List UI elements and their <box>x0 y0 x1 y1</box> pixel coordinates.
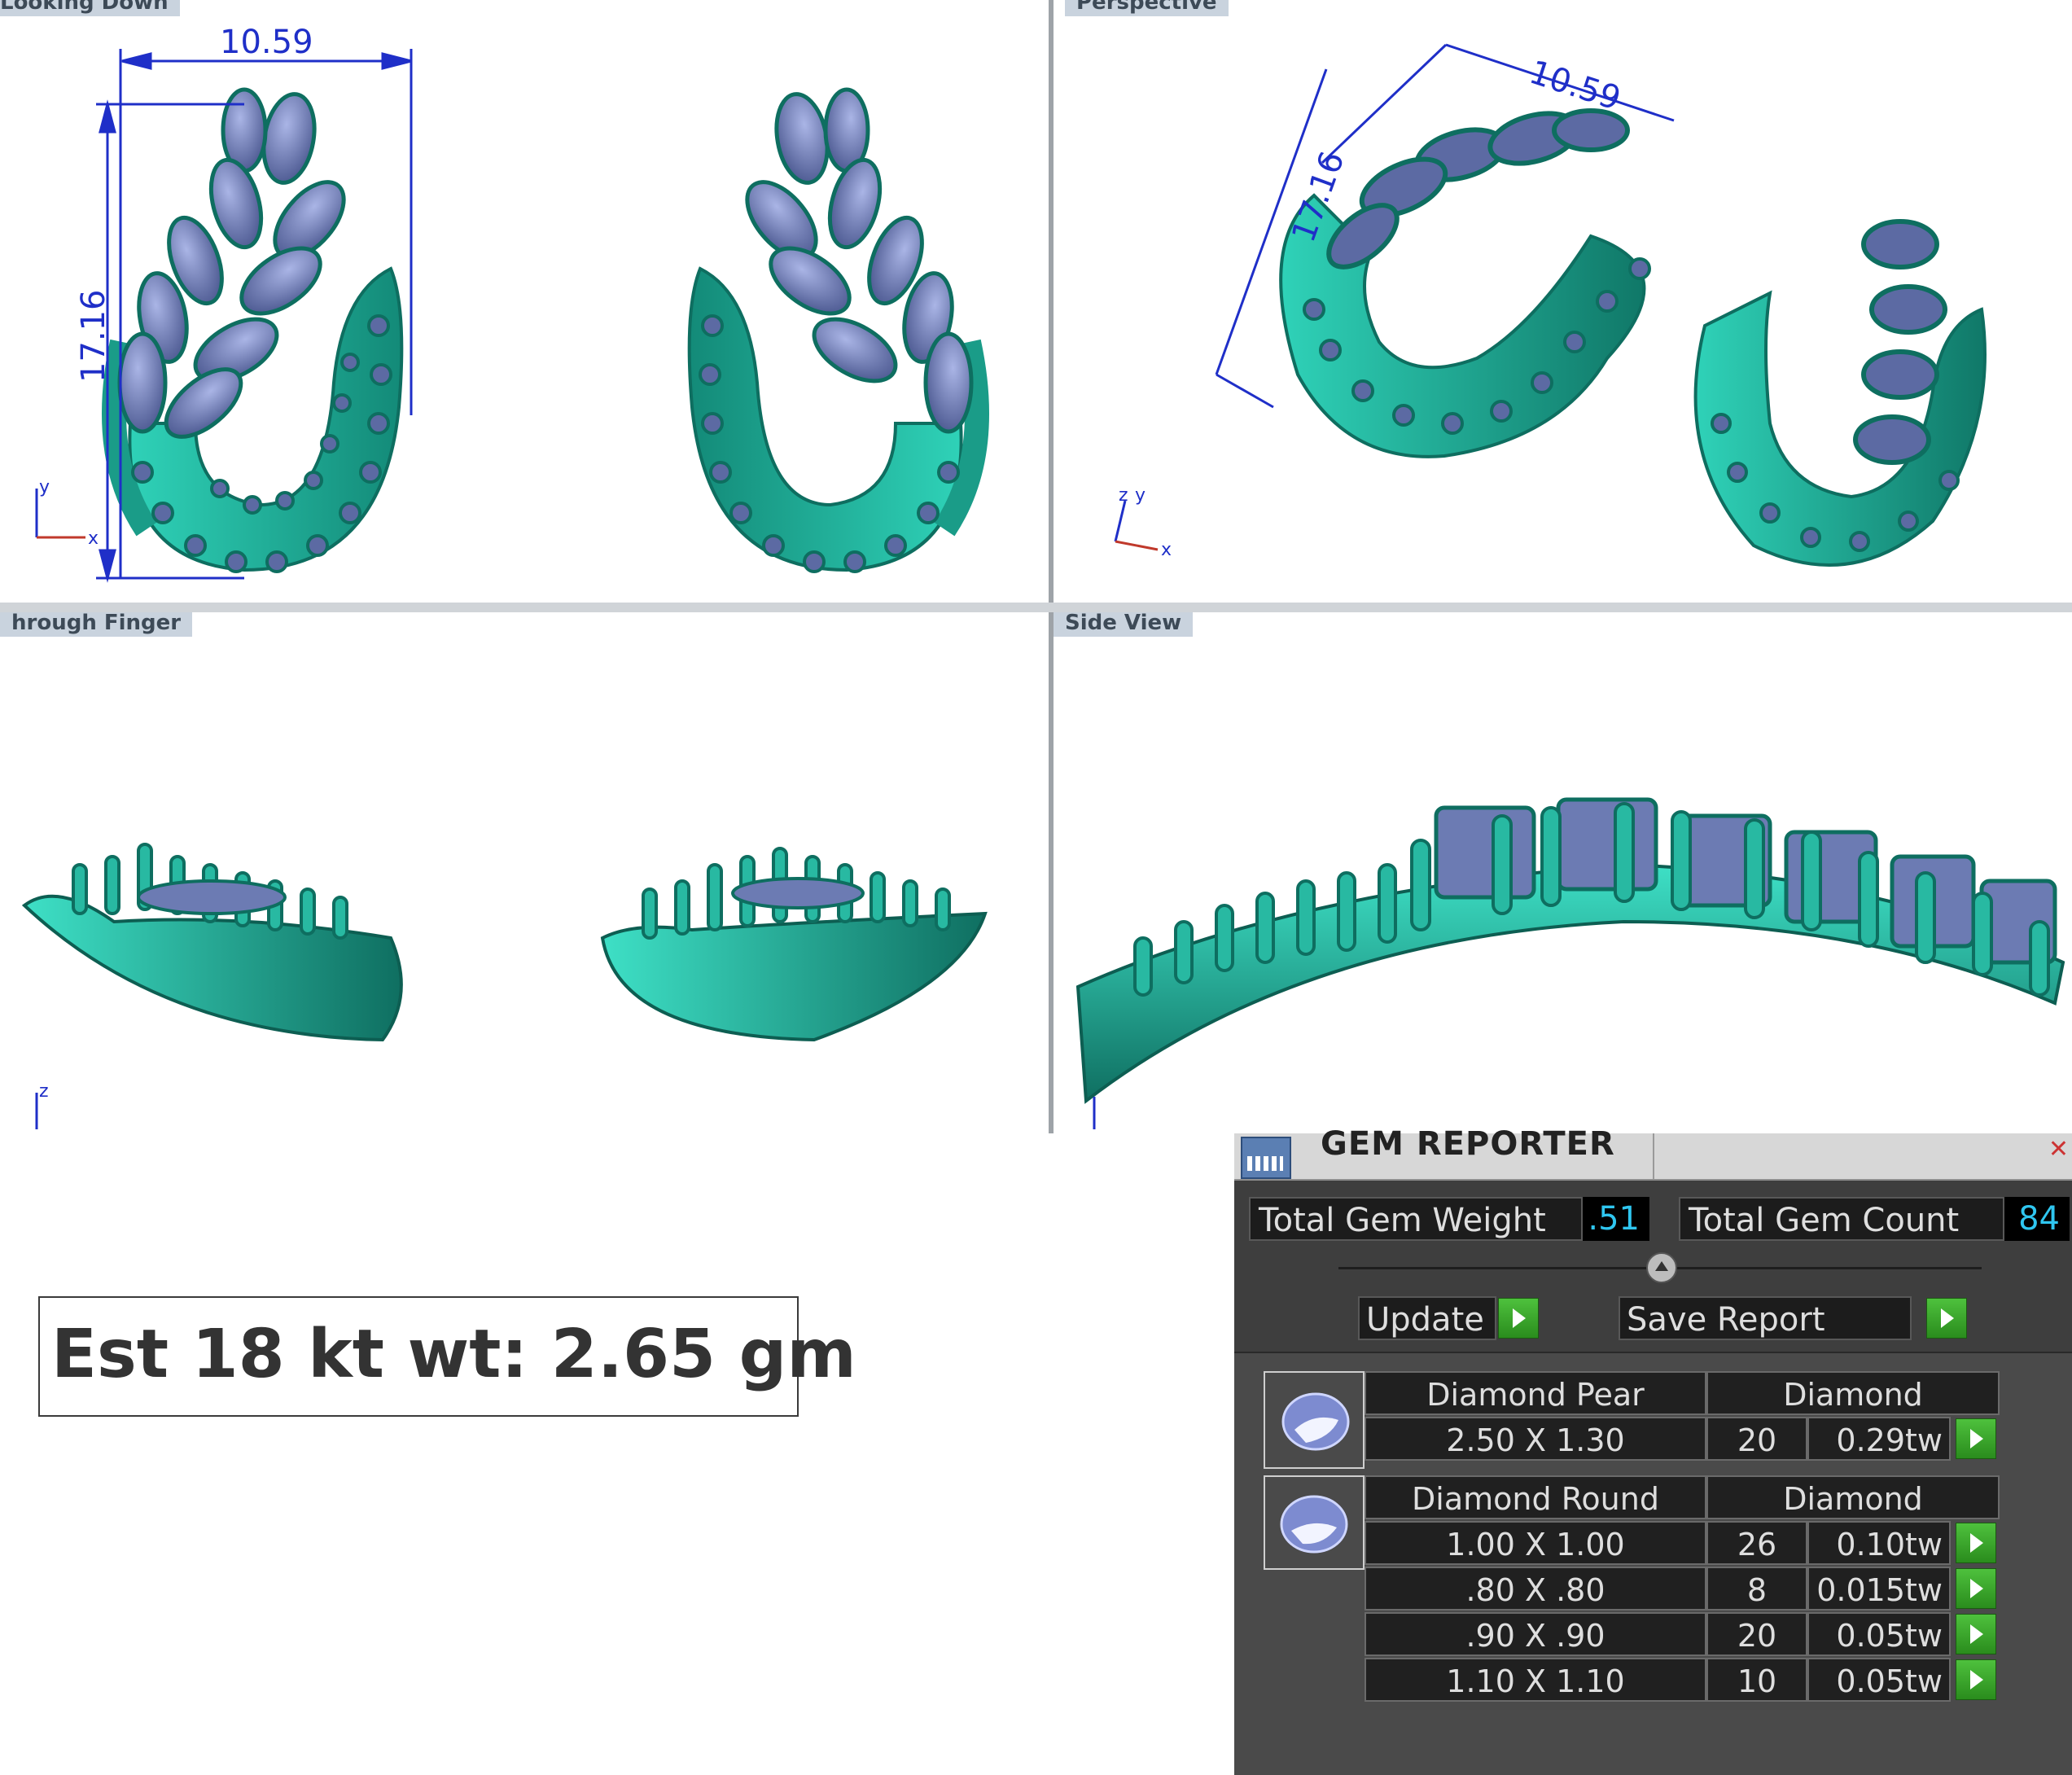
gem-reporter-title: GEM REPORTER <box>1321 1125 1615 1163</box>
side-view-render <box>1075 797 2065 1129</box>
through-finger-axis-indicator: z <box>35 1081 49 1129</box>
viewport-label-side-view: Side View <box>1054 612 1194 637</box>
viewport-label-through-finger: hrough Finger <box>0 612 193 637</box>
gem-list: Diamond Pear Diamond 2.50 X 1.30 20 0.29… <box>1234 1352 2072 1775</box>
gem-row-count: 20 <box>1706 1417 1807 1461</box>
dimension-width-label: 10.59 <box>220 24 313 61</box>
gem-row-count: 20 <box>1706 1612 1807 1656</box>
earring-side-left <box>21 843 403 1042</box>
earring-side-right <box>600 847 988 1042</box>
gem-row-count: 10 <box>1706 1658 1807 1702</box>
viewport-divider-vertical[interactable] <box>1049 0 1054 1133</box>
total-gem-weight-value: .51 <box>1583 1197 1649 1241</box>
gem-row-size: 2.50 X 1.30 <box>1365 1417 1706 1461</box>
viewport-side-view[interactable]: Side View <box>1054 612 2072 1133</box>
viewport-through-finger[interactable]: z hrough Finger <box>0 612 1049 1133</box>
viewport-divider-horizontal[interactable] <box>0 603 2072 612</box>
gem-row-count: 26 <box>1706 1521 1807 1565</box>
viewport-label-perspective: Perspective <box>1065 0 1229 16</box>
gem-row-size: .90 X .90 <box>1365 1612 1706 1656</box>
viewport-looking-down[interactable]: 10.59 17.16 y x Looking Down <box>0 0 1049 603</box>
gem-group-material: Diamond <box>1706 1475 2000 1519</box>
earring-left <box>102 87 404 573</box>
gem-row-weight: 0.015tw <box>1807 1567 1951 1611</box>
gem-row-play-icon[interactable] <box>1956 1614 1996 1654</box>
dimension-height-label: 17.16 <box>75 289 112 383</box>
weight-estimate-box: Est 18 kt wt: 2.65 gm <box>38 1296 856 1417</box>
total-gem-count-label: Total Gem Count <box>1679 1197 2004 1241</box>
gem-row-count: 8 <box>1706 1567 1807 1611</box>
save-report-play-icon[interactable] <box>1926 1298 1967 1339</box>
gem-row-weight: 0.10tw <box>1807 1521 1951 1565</box>
axis-indicator: y x <box>35 477 99 549</box>
earring-right <box>687 87 989 573</box>
save-report-button[interactable]: Save Report <box>1619 1296 1912 1340</box>
pear-gem-icon <box>1264 1371 1365 1469</box>
gem-group-name: Diamond Round <box>1365 1475 1706 1519</box>
gem-row-size: .80 X .80 <box>1365 1567 1706 1611</box>
weight-estimate-text: Est 18 kt wt: 2.65 gm <box>51 1316 856 1393</box>
viewport-label-looking-down: Looking Down <box>0 0 180 16</box>
perspective-axis-indicator: z y x <box>1114 485 1172 560</box>
svg-text:x: x <box>88 528 99 549</box>
update-button[interactable]: Update <box>1358 1296 1496 1340</box>
earring-perspective-back <box>1693 219 1987 567</box>
svg-text:y: y <box>39 477 50 497</box>
total-gem-count-value: 84 <box>2004 1197 2070 1241</box>
gem-reporter-panel: GEM REPORTER ✕ Total Gem Weight .51 Tota… <box>1234 1125 2072 1775</box>
gem-row-weight: 0.05tw <box>1807 1658 1951 1702</box>
looking-down-render: 10.59 17.16 y x <box>35 24 989 583</box>
gem-row-play-icon[interactable] <box>1956 1523 1996 1563</box>
gem-row-weight: 0.29tw <box>1807 1417 1951 1461</box>
round-gem-icon <box>1264 1475 1365 1570</box>
perspective-render: 10.59 17.16 z y x <box>1114 43 1987 567</box>
gem-row-size: 1.10 X 1.10 <box>1365 1658 1706 1702</box>
svg-text:z: z <box>39 1081 49 1102</box>
svg-text:z: z <box>1119 485 1128 506</box>
gem-row-play-icon[interactable] <box>1956 1418 1996 1459</box>
viewport-perspective[interactable]: 10.59 17.16 z y x Perspective <box>1054 0 2072 603</box>
report-icon <box>1241 1137 1291 1179</box>
titlebar-separator <box>1653 1133 1654 1179</box>
close-icon[interactable]: ✕ <box>2048 1135 2069 1164</box>
collapse-arrow-icon[interactable] <box>1646 1252 1677 1283</box>
gem-reporter-titlebar[interactable]: GEM REPORTER ✕ <box>1234 1125 2072 1181</box>
svg-text:x: x <box>1161 540 1172 560</box>
update-play-icon[interactable] <box>1498 1298 1539 1339</box>
gem-group-name: Diamond Pear <box>1365 1371 1706 1415</box>
gem-row-weight: 0.05tw <box>1807 1612 1951 1656</box>
gem-row-play-icon[interactable] <box>1956 1659 1996 1700</box>
gem-group-material: Diamond <box>1706 1371 2000 1415</box>
gem-row-size: 1.00 X 1.00 <box>1365 1521 1706 1565</box>
through-finger-render: z <box>21 843 988 1129</box>
total-gem-weight-label: Total Gem Weight <box>1249 1197 1583 1241</box>
svg-text:y: y <box>1135 485 1146 506</box>
gem-row-play-icon[interactable] <box>1956 1568 1996 1609</box>
perspective-width-label: 10.59 <box>1525 54 1625 118</box>
